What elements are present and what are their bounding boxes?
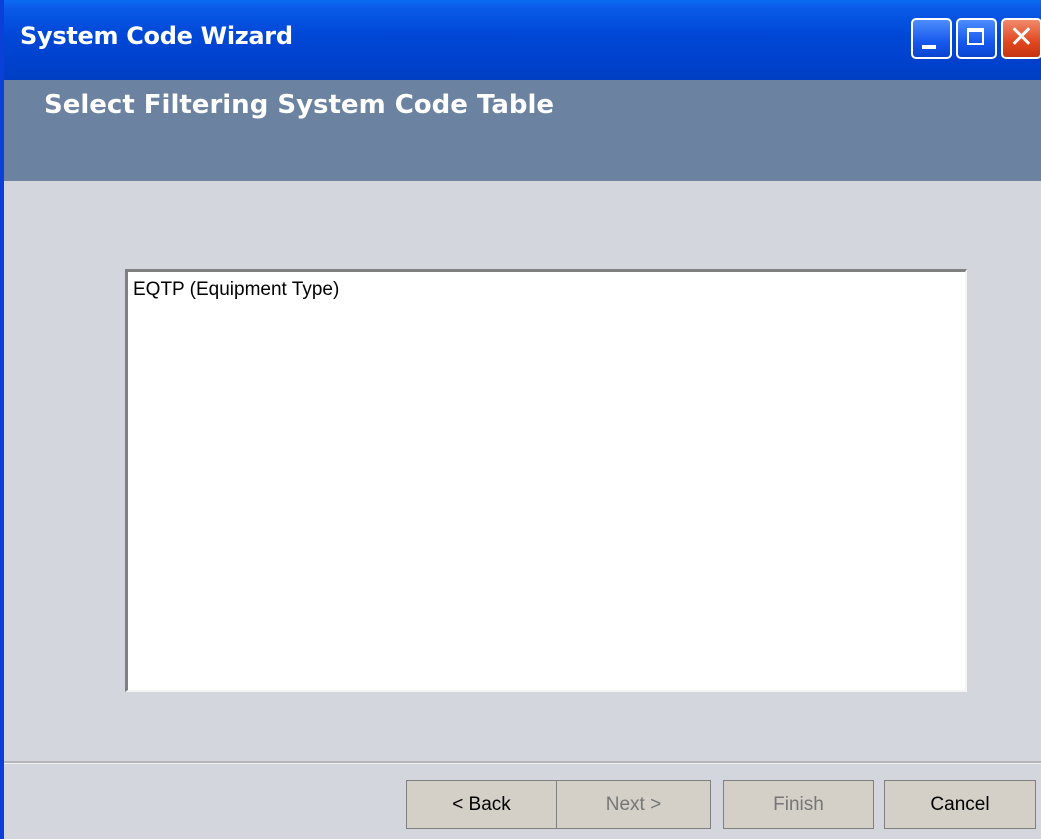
cancel-button[interactable]: Cancel — [884, 780, 1036, 829]
close-icon: ✕ — [1008, 20, 1035, 55]
minimize-button[interactable] — [911, 18, 952, 59]
maximize-icon — [967, 28, 984, 45]
finish-button[interactable]: Finish — [723, 780, 874, 829]
maximize-button[interactable] — [956, 18, 997, 59]
minimize-icon — [922, 45, 936, 49]
back-button[interactable]: < Back — [406, 780, 557, 829]
list-item[interactable]: EQTP (Equipment Type) — [133, 279, 339, 301]
wizard-body: EQTP (Equipment Type) — [4, 181, 1041, 761]
wizard-footer: < Back Next > Finish Cancel — [4, 761, 1041, 839]
next-button[interactable]: Next > — [556, 780, 711, 829]
window-title: System Code Wizard — [20, 22, 293, 50]
wizard-header: Select Filtering System Code Table — [4, 80, 1041, 181]
close-button[interactable]: ✕ — [1001, 18, 1041, 59]
wizard-window: System Code Wizard ✕ Select Filtering Sy… — [0, 0, 1041, 839]
page-title: Select Filtering System Code Table — [44, 90, 555, 120]
system-code-table-list[interactable]: EQTP (Equipment Type) — [125, 269, 967, 692]
title-bar[interactable]: System Code Wizard ✕ — [4, 0, 1041, 80]
